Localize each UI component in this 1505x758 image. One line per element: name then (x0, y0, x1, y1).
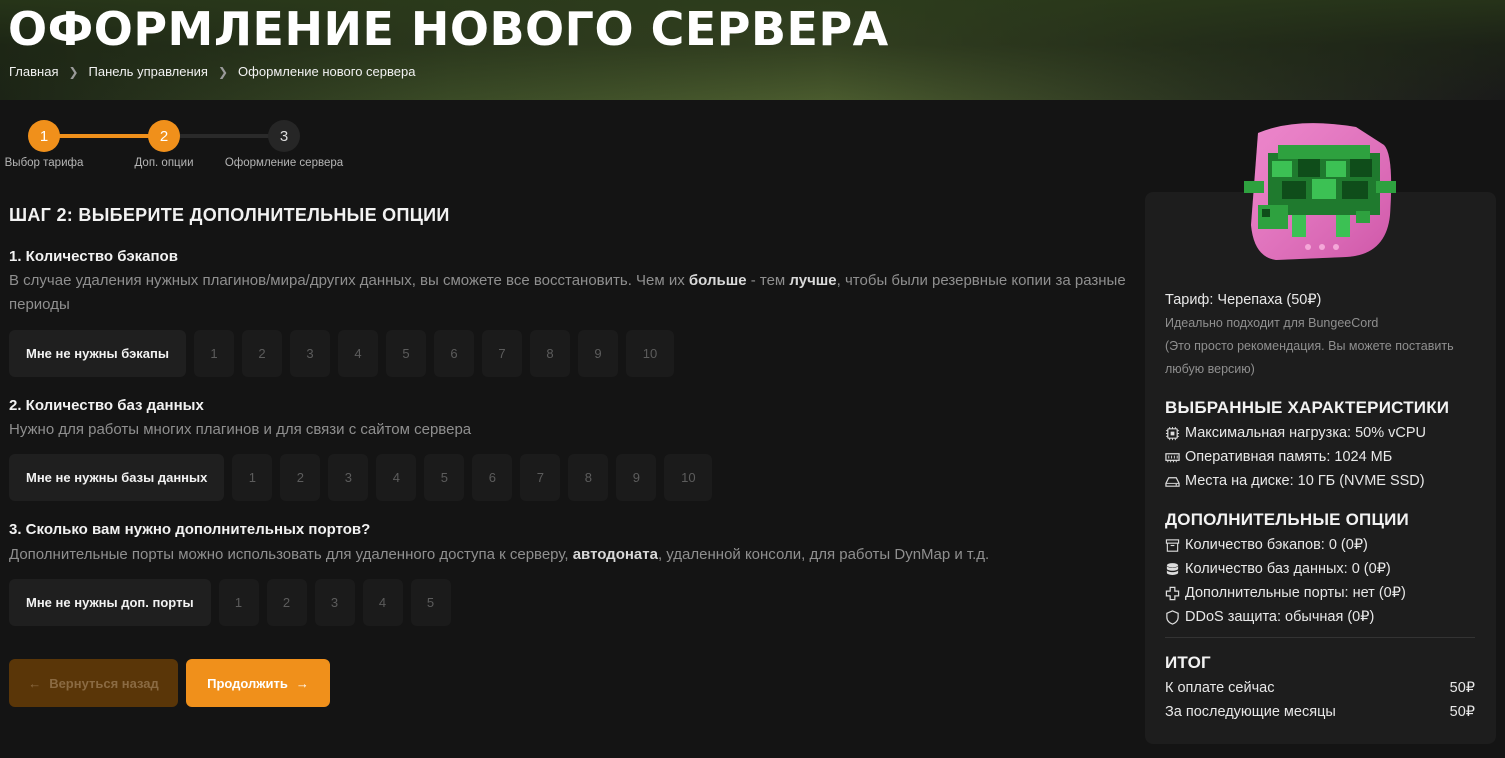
databases-option-2[interactable]: 2 (280, 454, 321, 501)
backups-option-8[interactable]: 8 (529, 330, 570, 377)
total-title: ИТОГ (1165, 653, 1211, 672)
backups-option-9[interactable]: 9 (577, 330, 618, 377)
databases-none-button[interactable]: Мне не нужны базы данных (9, 454, 225, 501)
extra-ports-text: Дополнительные порты: нет (0₽) (1185, 585, 1406, 601)
spec-ram-text: Оперативная память: 1024 МБ (1185, 449, 1393, 465)
pay-now-value: 50₽ (1449, 680, 1475, 696)
backups-option-1[interactable]: 1 (193, 330, 234, 377)
ram-icon (1165, 452, 1180, 462)
shield-icon (1166, 609, 1179, 625)
breadcrumb-home[interactable]: Главная (9, 64, 58, 79)
databases-option-6[interactable]: 6 (472, 454, 513, 501)
specs-title: ВЫБРАННЫЕ ХАРАКТЕРИСТИКИ (1165, 398, 1450, 417)
extra-ports: Дополнительные порты: нет (0₽) (1165, 585, 1406, 601)
step-1-circle: 1 (28, 120, 60, 152)
extra-databases: Количество баз данных: 0 (0₽) (1165, 561, 1391, 577)
step-3-label: Оформление сервера (224, 157, 344, 169)
monthly-row: За последующие месяцы 50₽ (1165, 704, 1475, 720)
backups-option-10[interactable]: 10 (625, 330, 674, 377)
databases-option-4[interactable]: 4 (376, 454, 417, 501)
step-2-circle: 2 (148, 120, 180, 152)
turtle-tariff-image (1244, 123, 1396, 261)
arrow-right-icon: → (295, 675, 309, 691)
continue-button-label: Продолжить (207, 675, 288, 691)
spec-ram: Оперативная память: 1024 МБ (1165, 449, 1392, 465)
ports-option-4[interactable]: 4 (362, 579, 403, 626)
databases-option-9[interactable]: 9 (616, 454, 657, 501)
step-1-label: Выбор тарифа (4, 157, 84, 169)
pay-now-row: К оплате сейчас 50₽ (1165, 680, 1475, 696)
disk-icon (1165, 476, 1180, 487)
continue-button[interactable]: Продолжить → (186, 659, 330, 707)
spec-disk: Места на диске: 10 ГБ (NVME SSD) (1165, 473, 1425, 489)
ports-options: Мне не нужны доп. порты 1 2 3 4 5 (9, 579, 451, 626)
backups-option-3[interactable]: 3 (289, 330, 330, 377)
plus-icon (1165, 586, 1180, 600)
pay-now-label: К оплате сейчас (1165, 680, 1275, 696)
ports-title: 3. Сколько вам нужно дополнительных порт… (9, 521, 371, 538)
ports-description: Дополнительные порты можно использовать … (9, 546, 990, 563)
tariff-name: Тариф: Черепаха (50₽) (1165, 292, 1322, 308)
chevron-right-icon: ❯ (68, 64, 79, 79)
step-3-circle: 3 (268, 120, 300, 152)
breadcrumb-panel[interactable]: Панель управления (89, 64, 208, 79)
page-title: ОФОРМЛЕНИЕ НОВОГО СЕРВЕРА (8, 2, 889, 56)
monthly-label: За последующие месяцы (1165, 704, 1336, 720)
backups-option-2[interactable]: 2 (241, 330, 282, 377)
backups-options: Мне не нужны бэкапы 1 2 3 4 5 6 7 8 9 10 (9, 330, 674, 377)
database-icon (1166, 562, 1179, 575)
databases-option-5[interactable]: 5 (424, 454, 465, 501)
breadcrumb-current: Оформление нового сервера (238, 64, 416, 79)
databases-title: 2. Количество баз данных (9, 397, 204, 414)
step-2-label: Доп. опции (134, 157, 194, 169)
arrow-left-icon: ← (28, 675, 42, 691)
cpu-icon (1165, 426, 1180, 440)
section-title: ШАГ 2: ВЫБЕРИТЕ ДОПОЛНИТЕЛЬНЫЕ ОПЦИИ (9, 205, 450, 225)
databases-option-10[interactable]: 10 (664, 454, 713, 501)
tariff-recommendation: (Это просто рекомендация. Вы можете пост… (1165, 339, 1454, 376)
extra-backups: Количество бэкапов: 0 (0₽) (1165, 537, 1368, 553)
databases-description: Нужно для работы многих плагинов и для с… (9, 421, 472, 438)
extra-ddos: DDoS защита: обычная (0₽) (1165, 609, 1374, 625)
databases-option-8[interactable]: 8 (568, 454, 609, 501)
ports-option-2[interactable]: 2 (266, 579, 307, 626)
backups-option-5[interactable]: 5 (385, 330, 426, 377)
stepper: 1 2 3 Выбор тарифа Доп. опции Оформление… (0, 118, 360, 178)
ports-option-5[interactable]: 5 (410, 579, 451, 626)
backups-option-4[interactable]: 4 (337, 330, 378, 377)
backups-title: 1. Количество бэкапов (9, 248, 178, 265)
spec-cpu: Максимальная нагрузка: 50% vCPU (1165, 425, 1426, 441)
ports-none-button[interactable]: Мне не нужны доп. порты (9, 579, 211, 626)
spec-cpu-text: Максимальная нагрузка: 50% vCPU (1185, 425, 1427, 441)
databases-option-7[interactable]: 7 (520, 454, 561, 501)
monthly-value: 50₽ (1449, 704, 1475, 720)
stepper-progress-done (44, 134, 164, 138)
back-button-label: Вернуться назад (49, 675, 159, 691)
summary-divider (1165, 637, 1475, 638)
ports-option-1[interactable]: 1 (218, 579, 259, 626)
extra-backups-text: Количество бэкапов: 0 (0₽) (1185, 537, 1368, 553)
tariff-note: Идеально подходит для BungeeCord (1165, 316, 1379, 330)
extras-title: ДОПОЛНИТЕЛЬНЫЕ ОПЦИИ (1165, 510, 1409, 529)
archive-icon (1165, 538, 1180, 552)
extra-databases-text: Количество баз данных: 0 (0₽) (1185, 561, 1391, 577)
backups-description: В случае удаления нужных плагинов/мира/д… (9, 272, 1126, 313)
backups-none-button[interactable]: Мне не нужны бэкапы (9, 330, 186, 377)
breadcrumb: Главная ❯ Панель управления ❯ Оформление… (9, 64, 415, 79)
ports-option-3[interactable]: 3 (314, 579, 355, 626)
databases-option-1[interactable]: 1 (232, 454, 273, 501)
back-button[interactable]: ← Вернуться назад (9, 659, 178, 707)
backups-option-7[interactable]: 7 (481, 330, 522, 377)
backups-option-6[interactable]: 6 (433, 330, 474, 377)
extra-ddos-text: DDoS защита: обычная (0₽) (1185, 609, 1375, 625)
chevron-right-icon: ❯ (217, 64, 229, 79)
databases-options: Мне не нужны базы данных 1 2 3 4 5 6 7 8… (9, 454, 713, 501)
stepper-progress-todo (164, 134, 284, 138)
spec-disk-text: Места на диске: 10 ГБ (NVME SSD) (1185, 473, 1425, 489)
databases-option-3[interactable]: 3 (328, 454, 369, 501)
